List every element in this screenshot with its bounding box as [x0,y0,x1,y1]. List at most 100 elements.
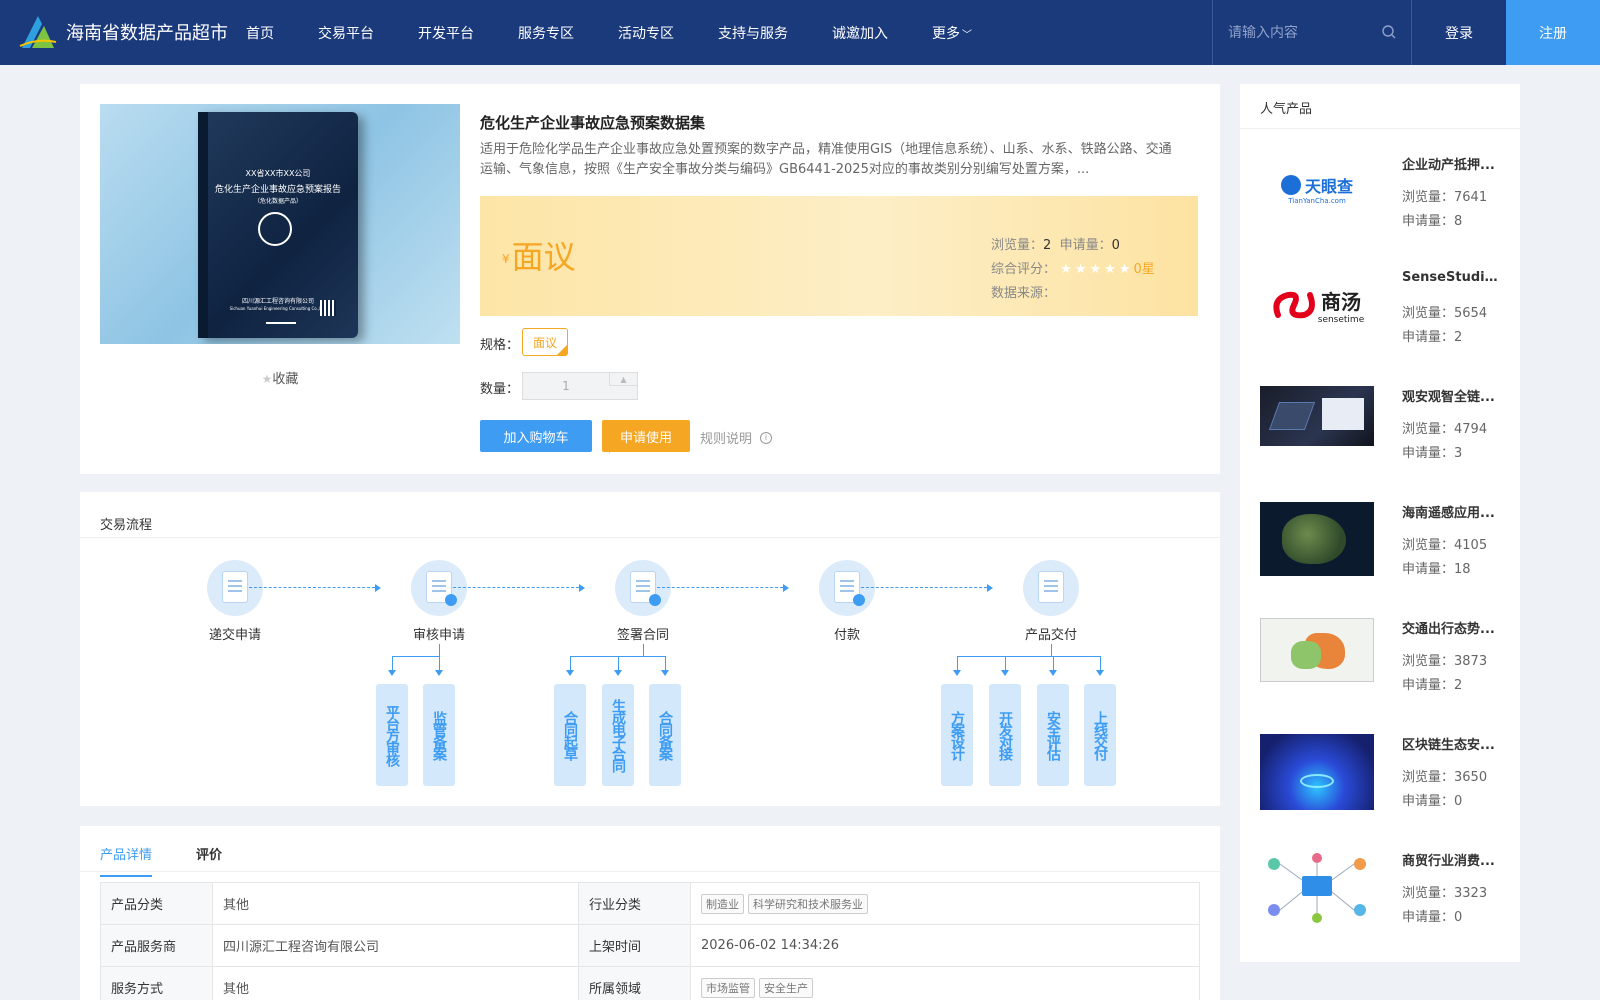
applies-label: 申请量： [1402,910,1455,925]
popular-item[interactable]: 观安观智全链... 浏览量：4794 申请量：3 [1260,386,1500,486]
substep-go-live: 上线交付 [1084,684,1116,786]
branch-arrow [953,656,961,676]
substep-dev-integration: 开发对接 [989,684,1021,786]
search-input[interactable] [1228,24,1378,41]
popular-item[interactable]: 商汤 sensetime SenseStudio... 浏览量：5654 申请量… [1260,270,1502,370]
report-book: XX省XX市XX公司 危化生产企业事故应急预案报告 （危化数据产品） 四川源汇工… [198,112,358,338]
table-value: 其他 [212,882,579,925]
logo-icon [19,16,57,48]
step-label: 产品交付 [1024,628,1077,643]
nav-support[interactable]: 支持与服务 [718,23,788,43]
branch-connector [957,656,1101,668]
views-value: 3650 [1454,770,1488,785]
step-delivery: 产品交付 [996,560,1106,643]
site-title: 海南省数据产品超市 [66,23,228,44]
quantity-increment-button[interactable]: ▲ [609,373,637,386]
table-value: 四川源汇工程咨询有限公司 [212,924,579,967]
views-row: 浏览量：4105 [1402,534,1487,558]
nav-trading[interactable]: 交易平台 [318,23,374,43]
step-label: 签署合同 [616,628,669,643]
price: ¥面议 [502,232,576,278]
rating-value: 0星 [1133,262,1155,277]
logo-text: 商汤 [1321,289,1361,314]
substep-security-assessment: 安全评估 [1037,684,1069,786]
applies-label: 申请量： [1402,562,1455,577]
popular-thumbnail: 天眼查 TianYanCha.com [1260,154,1374,224]
flow-arrow [861,584,993,592]
popular-item[interactable]: 海南遥感应用... 浏览量：4105 申请量：18 [1260,502,1500,602]
step-submit: 递交申请 [180,560,290,643]
search-icon[interactable] [1381,24,1397,40]
process-divider [80,537,1220,538]
views-row: 浏览量：3873 [1402,650,1487,674]
step-review: 审核申请 [384,560,494,643]
popular-item-stats: 浏览量：5654 申请量：2 [1402,302,1487,350]
views-label: 浏览量： [991,238,1044,253]
popular-products-card: 人气产品 天眼查 TianYanCha.com 企业动产抵押... 浏览量：76… [1240,84,1520,962]
badge-shape [649,594,661,606]
views-row: 浏览量：3650 [1402,766,1487,790]
applies-value: 8 [1454,214,1463,229]
tianyancha-logo: 天眼查 [1280,173,1353,197]
logo-mark-icon [1280,175,1301,195]
product-summary-card: XX省XX市XX公司 危化生产企业事故应急预案报告 （危化数据产品） 四川源汇工… [80,84,1220,474]
product-title: 危化生产企业事故应急预案数据集 [480,114,706,132]
branch-arrow [435,656,443,676]
popular-item[interactable]: 商贸行业消费... 浏览量：3323 申请量：0 [1260,850,1500,950]
tab-product-details[interactable]: 产品详情 [100,844,153,877]
branch-arrow [661,656,669,676]
substep-contract-filing: 合同备案 [649,684,681,786]
substep-solution-design: 方案设计 [941,684,973,786]
nav-more[interactable]: 更多 ﹀ [932,23,972,43]
nav-home[interactable]: 首页 [246,23,274,43]
table-value: 制造业 科学研究和技术服务业 [690,882,1200,925]
sensetime-wordmark: 商汤 sensetime [1318,286,1365,325]
process-title: 交易流程 [100,518,153,533]
applies-row: 申请量：2 [1402,674,1487,698]
flow-arrow [453,584,585,592]
popular-item-name: 观安观智全链... [1402,390,1495,405]
table-key: 产品服务商 [100,924,213,967]
popular-item[interactable]: 天眼查 TianYanCha.com 企业动产抵押... 浏览量：7641 申请… [1260,154,1500,254]
applies-row: 申请量：2 [1402,326,1487,350]
applies-row: 申请量：3 [1402,442,1487,466]
step-contract: 签署合同 [588,560,698,643]
favorite-button[interactable]: ★收藏 [80,368,480,387]
applies-row: 申请量：18 [1402,558,1487,582]
cover-line3: （危化数据产品） [253,198,302,205]
views-value: 4105 [1454,538,1488,553]
industry-tag: 科学研究和技术服务业 [748,893,868,914]
popular-item[interactable]: 区块链生态安... 浏览量：3650 申请量：0 [1260,734,1500,834]
register-button[interactable]: 注册 [1506,0,1600,65]
quantity-input[interactable] [523,373,609,399]
nav-join[interactable]: 诚邀加入 [832,23,888,43]
branch-arrow [566,656,574,676]
applies-value: 0 [1111,238,1120,253]
apply-use-button[interactable]: 申请使用 [602,420,690,452]
nav-development[interactable]: 开发平台 [418,23,474,43]
product-delivery-icon [1023,560,1079,616]
site-logo[interactable]: 海南省数据产品超市 [18,12,228,52]
login-button[interactable]: 登录 [1412,0,1506,65]
blockchain-ring-image [1300,774,1334,788]
applies-label: 申请量： [1059,238,1112,253]
views-row: 浏览量：5654 [1402,302,1487,326]
rules-link[interactable]: 规则说明 i [700,428,773,447]
substep-platform-review: 平台方审核 [376,684,408,786]
product-description: 适用于危险化学品生产企业事故应急处置预案的数字产品，精准使用GIS（地理信息系统… [480,142,1172,177]
step-label: 审核申请 [412,628,465,643]
flow-arrow [657,584,789,592]
nav-services[interactable]: 服务专区 [518,23,574,43]
add-to-cart-button[interactable]: 加入购物车 [480,420,592,452]
flow-arrow [249,584,381,592]
spec-option[interactable]: 面议 [522,328,568,356]
views-label: 浏览量： [1402,190,1455,205]
applies-value: 0 [1454,794,1463,809]
branch-stem [1051,644,1052,656]
applies-label: 申请量： [1402,214,1455,229]
popular-item[interactable]: 交通出行态势... 浏览量：3873 申请量：2 [1260,618,1500,718]
stats-row-source: 数据来源： [991,282,1155,306]
badge-shape [445,594,457,606]
views-label: 浏览量： [1402,306,1455,321]
nav-activities[interactable]: 活动专区 [618,23,674,43]
